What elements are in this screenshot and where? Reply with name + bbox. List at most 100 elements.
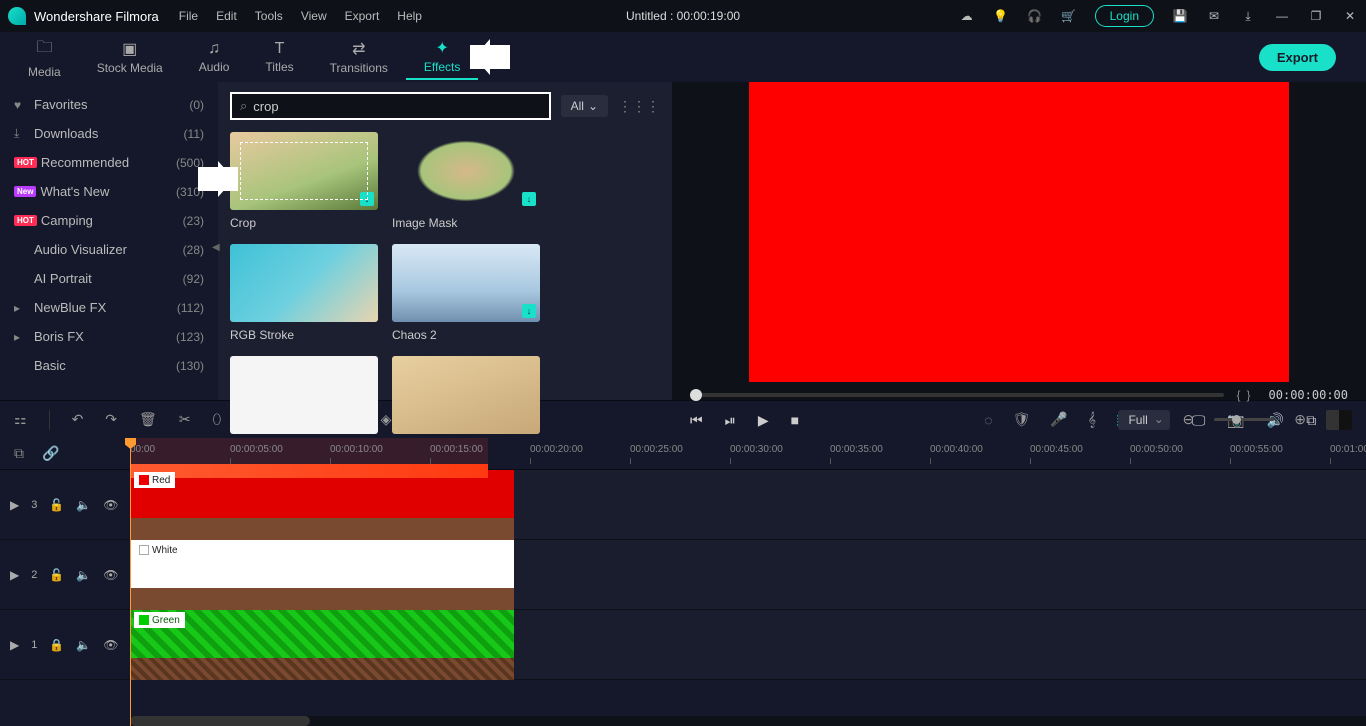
track-1: ▶1🔒🔈👁 Green: [0, 610, 1366, 680]
window-close-icon[interactable]: ✕: [1342, 8, 1358, 24]
scrubber-thumb[interactable]: [690, 389, 702, 401]
delete-icon[interactable]: 🗑: [139, 411, 157, 428]
download-chip-icon[interactable]: ↓: [360, 192, 374, 206]
effect-item[interactable]: [392, 356, 540, 434]
redo-icon[interactable]: ↷: [105, 411, 117, 428]
download-icon[interactable]: ⤓: [1240, 8, 1256, 24]
menu-edit[interactable]: Edit: [216, 9, 237, 23]
scrollbar-thumb[interactable]: [130, 716, 310, 726]
zoom-slider[interactable]: [1214, 418, 1274, 421]
tab-titles[interactable]: TTitles: [247, 36, 311, 78]
clip-white[interactable]: White: [130, 540, 514, 610]
mic-icon[interactable]: 🎤: [1050, 411, 1067, 428]
effect-image-mask[interactable]: ↓Image Mask: [392, 132, 540, 230]
app-name: Wondershare Filmora: [34, 9, 159, 24]
playhead[interactable]: [130, 438, 131, 726]
preview-canvas[interactable]: [749, 82, 1289, 382]
sidebar-audio-visualizer[interactable]: Audio Visualizer(28): [0, 235, 218, 264]
ruler-tick: 00:00:15:00: [430, 444, 483, 455]
menu-view[interactable]: View: [301, 9, 327, 23]
play-pause-icon[interactable]: ⏯: [725, 412, 736, 429]
mute-icon[interactable]: 🔈: [76, 638, 91, 652]
track-head-2[interactable]: ▶2🔓🔈👁: [0, 540, 130, 609]
menu-help[interactable]: Help: [397, 9, 422, 23]
download-chip-icon[interactable]: ↓: [522, 192, 536, 206]
sidebar-downloads[interactable]: ⤓Downloads(11): [0, 119, 218, 148]
mark-in-button[interactable]: {: [1236, 388, 1246, 402]
effects-filter-dropdown[interactable]: All⌄: [561, 95, 608, 117]
split-icon[interactable]: ✂: [179, 411, 191, 428]
auto-reframe-icon[interactable]: ◌: [984, 412, 992, 428]
tab-audio[interactable]: ♫Audio: [181, 36, 248, 78]
window-minimize-icon[interactable]: —: [1274, 8, 1290, 24]
undo-icon[interactable]: ↶: [72, 411, 84, 428]
audio-mixer-icon[interactable]: 𝄞: [1088, 411, 1096, 428]
sidebar-boris[interactable]: ▸Boris FX(123): [0, 322, 218, 351]
effect-crop[interactable]: ↓Crop: [230, 132, 378, 230]
preview-quality-dropdown[interactable]: Full: [1118, 410, 1169, 430]
sidebar-whatsnew-label: What's New: [40, 184, 176, 199]
timeline-scrollbar[interactable]: [130, 716, 1366, 726]
ruler-tick: 00:00:25:00: [630, 444, 683, 455]
sidebar-whatsnew[interactable]: NewWhat's New(310): [0, 177, 218, 206]
grid-view-icon[interactable]: ⋮⋮⋮: [618, 98, 660, 115]
save-icon[interactable]: 💾: [1172, 8, 1188, 24]
mute-icon[interactable]: 🔈: [76, 498, 91, 512]
visibility-icon[interactable]: 👁: [103, 568, 118, 582]
sidebar-favorites[interactable]: ♥Favorites(0): [0, 90, 218, 119]
menu-file[interactable]: File: [179, 9, 198, 23]
clip-green[interactable]: Green: [130, 610, 514, 680]
tab-stock-media[interactable]: ▣Stock Media: [79, 35, 181, 79]
track-label: 2: [31, 569, 37, 581]
menu-export[interactable]: Export: [345, 9, 380, 23]
preview-scrubber[interactable]: [690, 393, 1224, 397]
download-chip-icon[interactable]: ↓: [522, 304, 536, 318]
effect-item[interactable]: [230, 356, 378, 434]
mute-icon[interactable]: 🔈: [76, 568, 91, 582]
new-badge: New: [14, 186, 36, 197]
mark-out-button[interactable]: }: [1247, 388, 1257, 402]
prev-frame-icon[interactable]: ⏮: [690, 412, 703, 429]
sidebar-camping[interactable]: HOTCamping(23): [0, 206, 218, 235]
sidebar-ai-portrait[interactable]: AI Portrait(92): [0, 264, 218, 293]
mail-icon[interactable]: ✉: [1206, 8, 1222, 24]
sidebar-collapse-icon[interactable]: ◀: [212, 242, 220, 253]
tab-media[interactable]: 🗀Media: [10, 32, 79, 83]
toolbar-preferences-icon[interactable]: ⚏: [14, 411, 27, 428]
tab-transitions[interactable]: ⇄Transitions: [312, 35, 406, 79]
selection-marker[interactable]: [130, 464, 488, 478]
zoom-out-icon[interactable]: ⊖: [1183, 411, 1195, 428]
lock-icon[interactable]: 🔒: [49, 638, 64, 652]
sidebar-newblue[interactable]: ▸NewBlue FX(112): [0, 293, 218, 322]
menu-bar: File Edit Tools View Export Help: [179, 9, 422, 23]
marker-icon[interactable]: 🛡: [1013, 411, 1031, 428]
visibility-icon[interactable]: 👁: [103, 638, 118, 652]
login-button[interactable]: Login: [1095, 5, 1154, 27]
sidebar-recommended[interactable]: HOTRecommended(500): [0, 148, 218, 177]
clip-red[interactable]: Red: [130, 470, 514, 540]
stop-icon[interactable]: ■: [791, 412, 799, 428]
lock-icon[interactable]: 🔓: [49, 568, 64, 582]
play-icon[interactable]: ▶: [758, 412, 769, 429]
lock-icon[interactable]: 🔓: [49, 498, 64, 512]
headset-icon[interactable]: 🎧: [1027, 8, 1043, 24]
link-icon[interactable]: 🔗: [42, 445, 59, 462]
cart-icon[interactable]: 🛒: [1061, 8, 1077, 24]
menu-tools[interactable]: Tools: [255, 9, 283, 23]
track-head-3[interactable]: ▶3🔓🔈👁: [0, 470, 130, 539]
export-button[interactable]: Export: [1259, 44, 1336, 71]
effects-search-input[interactable]: ⌕crop: [230, 92, 551, 120]
visibility-icon[interactable]: 👁: [103, 498, 118, 512]
window-restore-icon[interactable]: ❐: [1308, 8, 1324, 24]
layout-toggle[interactable]: [1326, 410, 1352, 430]
cloud-icon[interactable]: ☁: [959, 8, 975, 24]
sidebar-basic[interactable]: Basic(130): [0, 351, 218, 380]
effect-rgb-stroke[interactable]: RGB Stroke: [230, 244, 378, 342]
titlebar: Wondershare Filmora File Edit Tools View…: [0, 0, 1366, 32]
tag-icon[interactable]: ⬯: [213, 411, 222, 428]
bulb-icon[interactable]: 💡: [993, 8, 1009, 24]
track-head-1[interactable]: ▶1🔒🔈👁: [0, 610, 130, 679]
effect-chaos-2[interactable]: ↓Chaos 2: [392, 244, 540, 342]
zoom-in-icon[interactable]: ⊕: [1294, 411, 1306, 428]
copy-icon[interactable]: ⧉: [14, 445, 24, 462]
